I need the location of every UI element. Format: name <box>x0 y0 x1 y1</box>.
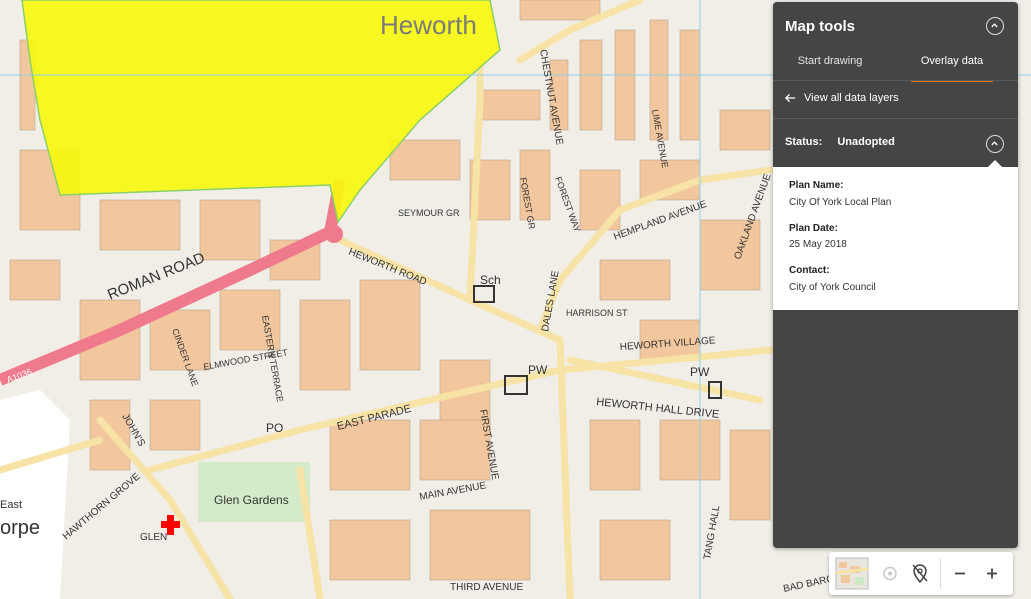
collapse-details-button[interactable] <box>986 135 1004 153</box>
roundabout <box>325 225 343 243</box>
tab-overlay-data[interactable]: Overlay data <box>911 52 993 82</box>
layer-details: Plan Name: City Of York Local Plan Plan … <box>773 167 1018 310</box>
open-land <box>0 390 70 599</box>
feature-label: Sch <box>480 273 501 287</box>
chevron-up-icon <box>991 141 998 146</box>
status-value: Unadopted <box>837 136 895 148</box>
map-thumbnail-icon <box>835 557 869 590</box>
locate-icon <box>883 566 897 581</box>
road-label: THIRD AVENUE <box>450 582 523 593</box>
place-label: East <box>0 499 22 511</box>
plus-icon <box>987 568 997 579</box>
pin-off-icon <box>912 564 928 584</box>
place-label: Heworth <box>380 10 477 40</box>
plan-name-value: City Of York Local Plan <box>789 197 892 208</box>
map-tools-panel: Map tools Start drawing Overlay data Vie… <box>773 2 1018 548</box>
back-link-label: View all data layers <box>804 92 899 104</box>
road-label: HARRISON ST <box>566 308 628 318</box>
feature-label: PW <box>528 363 548 377</box>
place-label: Glen Gardens <box>214 493 289 507</box>
minus-icon <box>955 572 965 575</box>
chevron-up-icon <box>991 23 998 28</box>
view-all-layers-link[interactable]: View all data layers <box>785 88 899 108</box>
plan-date-label: Plan Date: <box>789 223 838 234</box>
feature-label: PW <box>690 365 710 379</box>
divider <box>773 80 1018 81</box>
plan-date-value: 25 May 2018 <box>789 239 847 250</box>
plan-name-label: Plan Name: <box>789 180 844 191</box>
arrow-left-icon <box>785 93 796 103</box>
collapse-panel-button[interactable] <box>986 17 1004 35</box>
status-label: Status: <box>785 136 823 148</box>
basemap-thumbnail-button[interactable] <box>835 557 871 590</box>
park-area <box>198 462 310 522</box>
place-label: orpe <box>0 517 40 539</box>
road-label: SEYMOUR GR <box>398 208 460 218</box>
zoom-out-button[interactable] <box>943 557 977 590</box>
map-toolbar <box>829 552 1013 595</box>
contact-label: Contact: <box>789 265 830 276</box>
tab-start-drawing[interactable]: Start drawing <box>785 52 875 80</box>
locate-button[interactable] <box>873 557 907 590</box>
divider <box>773 118 1018 119</box>
panel-title: Map tools <box>785 18 855 35</box>
zoom-in-button[interactable] <box>975 557 1009 590</box>
toolbar-separator <box>940 558 941 589</box>
road-label: GLEN <box>140 532 167 543</box>
status-row: Status: Unadopted <box>785 136 907 148</box>
contact-value: City of York Council <box>789 282 876 293</box>
feature-label: PO <box>266 421 283 435</box>
panel-tabs: Start drawing Overlay data <box>773 48 1018 82</box>
clear-pin-button[interactable] <box>903 557 937 590</box>
panel-header: Map tools <box>773 2 1018 48</box>
